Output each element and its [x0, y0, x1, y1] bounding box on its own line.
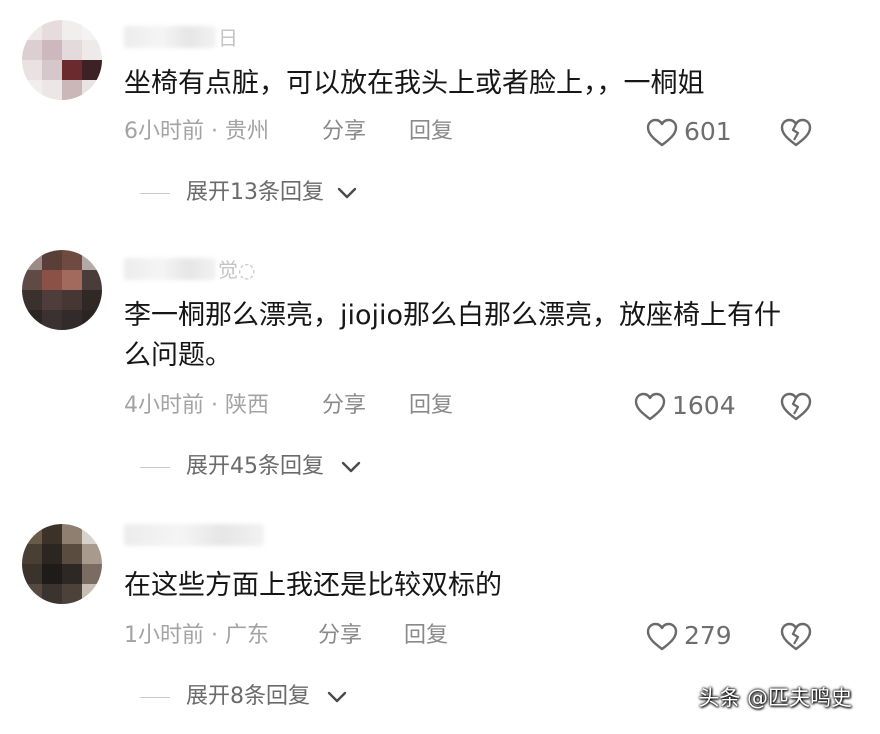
like-count: 279 — [684, 621, 732, 650]
watermark: 头条 @匹夫鸣史 — [698, 686, 852, 710]
avatar[interactable] — [22, 524, 102, 604]
comment-time-location: 6小时前 · 贵州 — [124, 119, 270, 144]
username[interactable]: 觉◌ — [124, 254, 255, 284]
share-button[interactable]: 分享 — [322, 386, 366, 426]
broken-heart-icon[interactable] — [780, 390, 812, 422]
reply-button[interactable]: 回复 — [404, 616, 448, 656]
username[interactable]: 日 — [124, 22, 238, 52]
reply-button[interactable]: 回复 — [409, 112, 453, 152]
username-blur — [124, 25, 216, 48]
username[interactable] — [124, 524, 266, 554]
broken-heart-icon[interactable] — [780, 620, 812, 652]
expand-replies-label: 展开13条回复 — [186, 180, 324, 205]
heart-outline-icon — [646, 622, 678, 651]
comment-text-line: 李一桐那么漂亮，jiojio那么白那么漂亮，放座椅上有什 — [124, 300, 782, 331]
chevron-down-icon — [341, 461, 361, 473]
divider — [140, 467, 170, 468]
comment-list: 日 坐椅有点脏，可以放在我头上或者脸上，，一桐姐 6小时前 · 贵州 分享 回复… — [0, 0, 880, 734]
comment-text: 李一桐那么漂亮，jiojio那么白那么漂亮，放座椅上有什 么问题。 — [124, 296, 824, 376]
comment-time-location: 4小时前 · 陕西 — [124, 393, 270, 418]
comment-time-location: 1小时前 · 广东 — [124, 623, 270, 648]
avatar[interactable] — [22, 20, 102, 100]
expand-replies-label: 展开45条回复 — [186, 454, 324, 479]
chevron-down-icon — [327, 691, 347, 703]
username-tail: 日 — [218, 26, 238, 50]
comment-text: 在这些方面上我还是比较双标的 — [124, 570, 502, 601]
like-count: 1604 — [672, 391, 736, 420]
username-blur — [124, 524, 264, 546]
heart-outline-icon — [634, 392, 666, 421]
divider — [140, 193, 170, 194]
chevron-down-icon — [337, 187, 357, 199]
divider — [140, 697, 170, 698]
username-blur — [124, 257, 216, 280]
expand-replies-label: 展开8条回复 — [186, 684, 310, 709]
comment-text-line: 么问题。 — [124, 340, 232, 371]
username-tail: 觉◌ — [218, 258, 256, 282]
avatar[interactable] — [22, 250, 102, 330]
share-button[interactable]: 分享 — [318, 616, 362, 656]
like-count: 601 — [684, 117, 732, 146]
broken-heart-icon[interactable] — [780, 116, 812, 148]
share-button[interactable]: 分享 — [322, 112, 366, 152]
reply-button[interactable]: 回复 — [409, 386, 453, 426]
heart-outline-icon — [646, 118, 678, 147]
comment-text: 坐椅有点脏，可以放在我头上或者脸上，，一桐姐 — [124, 68, 705, 99]
